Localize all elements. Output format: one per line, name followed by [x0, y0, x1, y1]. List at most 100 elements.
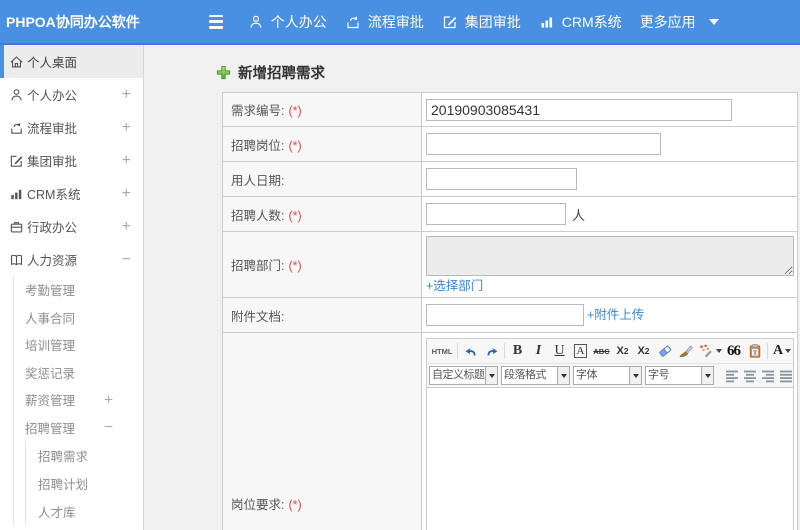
recruit-department-textarea[interactable] — [426, 236, 794, 276]
html-source-button[interactable]: HTML — [429, 341, 455, 361]
sidebar-item-training-mgmt[interactable]: 培训管理 — [14, 331, 143, 359]
select-department-link[interactable]: +选择部门 — [426, 279, 483, 293]
align-justify-icon[interactable] — [779, 369, 793, 383]
sidebar-item-group-approval[interactable]: 集团审批 + — [0, 144, 143, 177]
top-bar: PHPOA协同办公软件 个人办公 流程审批 集团审批 CRM系统 更多应用 — [0, 0, 800, 45]
undo-icon[interactable] — [460, 341, 481, 361]
blockquote-button[interactable]: 66 — [723, 341, 744, 361]
sidebar-item-recruitment-mgmt[interactable]: 招聘管理 − — [14, 414, 143, 442]
required-mark: (*) — [288, 138, 302, 153]
font-size-select[interactable]: 字号 — [645, 366, 714, 385]
sidebar: 个人桌面 个人办公 + 流程审批 + 集团审批 + CRM系统 + 行政办公 + — [0, 45, 144, 530]
caret-down-icon[interactable] — [557, 367, 569, 384]
paragraph-format-select[interactable]: 段落格式 — [501, 366, 570, 385]
form-row-attachment: 附件文档: +附件上传 — [222, 297, 798, 333]
sidebar-item-label: 人力资源 — [27, 254, 78, 268]
attachment-input[interactable] — [426, 304, 584, 327]
attachment-upload-link[interactable]: +附件上传 — [587, 308, 644, 322]
sidebar-item-recruitment-demand[interactable]: 招聘需求 — [26, 441, 143, 469]
demand-number-input[interactable] — [426, 98, 732, 121]
editor-body[interactable] — [427, 388, 793, 530]
topnav-label: 流程审批 — [367, 13, 424, 30]
sidebar-item-label: 招聘需求 — [38, 449, 89, 464]
custom-heading-select[interactable]: 自定义标题 — [429, 366, 498, 385]
collapse-toggle[interactable]: − — [104, 420, 113, 435]
sidebar-item-label: 人事合同 — [25, 311, 76, 326]
home-icon — [9, 54, 24, 69]
topnav-item-crm-system[interactable]: CRM系统 — [539, 12, 622, 32]
format-painter-icon[interactable] — [696, 341, 723, 361]
expand-toggle[interactable]: + — [122, 185, 131, 202]
font-box-button[interactable]: A — [570, 341, 591, 361]
underline-button[interactable]: U — [549, 341, 570, 361]
field-label: 附件文档: — [231, 309, 285, 324]
sidebar-item-recruitment-plan[interactable]: 招聘计划 — [26, 469, 143, 497]
collapse-toggle[interactable]: − — [122, 251, 131, 268]
sidebar-item-crm-system[interactable]: CRM系统 + — [0, 177, 143, 210]
sidebar-item-label: 奖惩记录 — [25, 366, 76, 381]
expand-toggle[interactable]: + — [122, 86, 131, 103]
sidebar-item-personal-desktop[interactable]: 个人桌面 — [0, 45, 143, 78]
main-content: 新增招聘需求 需求编号:(*) 招聘岗位:(*) 用人日期: 招聘人数:(*) … — [145, 45, 800, 530]
menu-toggle-icon[interactable] — [208, 14, 225, 29]
paste-icon[interactable]: T — [744, 341, 765, 361]
caret-down-icon[interactable] — [701, 367, 713, 384]
expand-toggle[interactable]: + — [122, 152, 131, 169]
sidebar-item-label: CRM系统 — [27, 188, 81, 202]
sidebar-item-talent-pool[interactable]: 人才库 — [26, 497, 143, 525]
subscript-button[interactable]: X2 — [633, 341, 654, 361]
align-right-icon[interactable] — [761, 369, 775, 383]
workflow-icon — [9, 120, 24, 135]
topnav-item-group-approval[interactable]: 集团审批 — [442, 12, 521, 32]
add-plus-icon — [216, 65, 231, 80]
edit-square-icon — [442, 14, 458, 30]
required-mark: (*) — [288, 259, 302, 273]
strikethrough-button[interactable]: ABC — [591, 341, 612, 361]
sidebar-item-label: 集团审批 — [27, 155, 78, 169]
sidebar-item-reward-punishment[interactable]: 奖惩记录 — [14, 359, 143, 387]
sidebar-item-workflow-approval[interactable]: 流程审批 + — [0, 111, 143, 144]
italic-button[interactable]: I — [528, 341, 549, 361]
toolbar-separator — [767, 343, 768, 359]
font-color-button[interactable]: A — [770, 341, 793, 361]
caret-down-icon[interactable] — [485, 367, 497, 384]
superscript-button[interactable]: X2 — [612, 341, 633, 361]
expand-toggle[interactable]: + — [122, 119, 131, 136]
sidebar-item-attendance-mgmt[interactable]: 考勤管理 — [14, 276, 143, 304]
sidebar-item-hr-contract[interactable]: 人事合同 — [14, 304, 143, 332]
caret-down-icon[interactable] — [629, 367, 641, 384]
recruit-count-input[interactable] — [426, 203, 566, 225]
topnav-item-more-apps[interactable]: 更多应用 — [640, 12, 719, 32]
align-left-icon[interactable] — [725, 369, 739, 383]
sidebar-item-personal-office[interactable]: 个人办公 + — [0, 78, 143, 111]
recruit-position-input[interactable] — [426, 133, 661, 155]
field-label: 招聘岗位: — [231, 138, 285, 153]
clean-brush-icon[interactable] — [675, 341, 696, 361]
edit-square-icon — [9, 153, 24, 168]
sidebar-item-label: 招聘管理 — [25, 421, 76, 436]
top-nav: 个人办公 流程审批 集团审批 CRM系统 更多应用 — [248, 12, 737, 32]
topnav-item-workflow-approval[interactable]: 流程审批 — [345, 12, 424, 32]
employment-date-input[interactable] — [426, 168, 577, 190]
svg-text:T: T — [752, 349, 757, 356]
user-icon — [248, 14, 264, 30]
sidebar-item-salary-mgmt[interactable]: 薪资管理 + — [14, 386, 143, 414]
sidebar-item-human-resources[interactable]: 人力资源 − — [0, 243, 143, 276]
caret-down-icon — [785, 349, 792, 353]
expand-toggle[interactable]: + — [122, 218, 131, 235]
field-label: 招聘人数: — [231, 208, 285, 223]
page-title: 新增招聘需求 — [238, 66, 325, 82]
redo-icon[interactable] — [481, 341, 502, 361]
font-family-select[interactable]: 字体 — [573, 366, 642, 385]
topnav-item-personal-office[interactable]: 个人办公 — [248, 12, 327, 32]
bold-button[interactable]: B — [507, 341, 528, 361]
toolbar-separator — [457, 343, 458, 359]
editor-toolbar-row2: 自定义标题 段落格式 字体 字号 — [427, 364, 793, 388]
sidebar-item-admin-office[interactable]: 行政办公 + — [0, 210, 143, 243]
sidebar-submenu-recruitment: 招聘需求 招聘计划 人才库 — [25, 441, 143, 525]
sidebar-item-label: 招聘计划 — [38, 477, 89, 492]
form-row-recruit-department: 招聘部门: (*) +选择部门 — [222, 231, 798, 298]
expand-toggle[interactable]: + — [104, 392, 113, 407]
align-center-icon[interactable] — [743, 369, 757, 383]
eraser-icon[interactable] — [654, 341, 675, 361]
